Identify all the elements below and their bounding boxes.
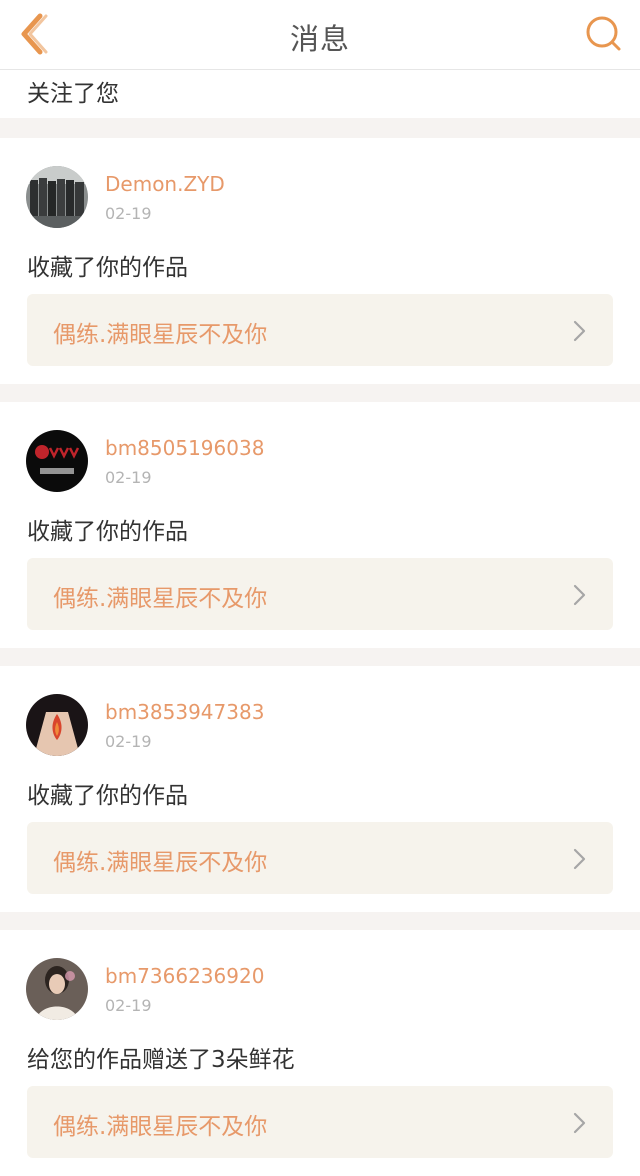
- username-link[interactable]: bm3853947383: [105, 700, 264, 724]
- action-text: 给您的作品赠送了3朵鲜花: [27, 1047, 295, 1073]
- message-date: 02-19: [105, 732, 152, 751]
- message-date: 02-19: [105, 996, 152, 1015]
- chevron-right-icon: [573, 1112, 586, 1134]
- work-title: 偶练.满眼星辰不及你: [53, 586, 268, 612]
- message-date: 02-19: [105, 204, 152, 223]
- search-button[interactable]: [584, 14, 624, 54]
- top-nav-bar: 消息: [0, 0, 640, 70]
- chevron-right-icon: [573, 584, 586, 606]
- search-icon: [586, 16, 621, 51]
- action-text: 收藏了你的作品: [27, 519, 188, 545]
- message-card: bm7366236920 02-19 给您的作品赠送了3朵鲜花 偶练.满眼星辰不…: [0, 930, 640, 1176]
- divider: [0, 118, 640, 138]
- message-date: 02-19: [105, 468, 152, 487]
- work-title: 偶练.满眼星辰不及你: [53, 1114, 268, 1140]
- message-card: Demon.ZYD 02-19 收藏了你的作品 偶练.满眼星辰不及你: [0, 138, 640, 384]
- page-title: 消息: [289, 22, 350, 56]
- work-link[interactable]: 偶练.满眼星辰不及你: [27, 558, 613, 630]
- message-card: bm8505196038 02-19 收藏了你的作品 偶练.满眼星辰不及你: [0, 402, 640, 648]
- work-link[interactable]: 偶练.满眼星辰不及你: [27, 822, 613, 894]
- avatar[interactable]: [26, 694, 88, 756]
- work-link[interactable]: 偶练.满眼星辰不及你: [27, 294, 613, 366]
- divider: [0, 648, 640, 666]
- username-link[interactable]: Demon.ZYD: [105, 172, 225, 196]
- username-link[interactable]: bm7366236920: [105, 964, 264, 988]
- username-link[interactable]: bm8505196038: [105, 436, 264, 460]
- list-item: 关注了您: [0, 70, 640, 118]
- action-text: 收藏了你的作品: [27, 783, 188, 809]
- work-title: 偶练.满眼星辰不及你: [53, 322, 268, 348]
- divider: [0, 912, 640, 930]
- avatar[interactable]: [26, 166, 88, 228]
- chevron-right-icon: [573, 320, 586, 342]
- work-link[interactable]: 偶练.满眼星辰不及你: [27, 1086, 613, 1158]
- work-title: 偶练.满眼星辰不及你: [53, 850, 268, 876]
- chevron-right-icon: [573, 848, 586, 870]
- action-text: 关注了您: [27, 81, 119, 107]
- avatar[interactable]: [26, 430, 88, 492]
- message-card: bm3853947383 02-19 收藏了你的作品 偶练.满眼星辰不及你: [0, 666, 640, 912]
- avatar[interactable]: [26, 958, 88, 1020]
- divider: [0, 384, 640, 402]
- action-text: 收藏了你的作品: [27, 255, 188, 281]
